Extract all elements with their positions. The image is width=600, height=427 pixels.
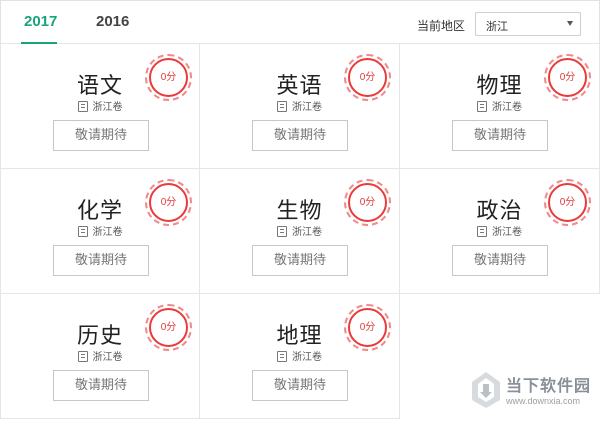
chevron-down-icon [567,21,573,26]
subject-card: 地理 浙江卷 敬请期待 0分 [200,294,400,419]
score-value: 0分 [348,58,387,97]
score-value: 0分 [149,58,188,97]
paper-name: 浙江卷 [292,352,322,363]
paper-name: 浙江卷 [292,227,322,238]
paper-name: 浙江卷 [292,102,322,113]
score-stamp: 0分 [544,179,591,226]
region-select[interactable]: 浙江 [475,12,581,36]
score-value: 0分 [348,308,387,347]
score-value: 0分 [149,183,188,222]
paper-name: 浙江卷 [492,227,522,238]
coming-soon-button[interactable]: 敬请期待 [252,370,348,401]
score-stamp: 0分 [344,304,391,351]
paper-icon [77,226,88,237]
subject-card: 历史 浙江卷 敬请期待 0分 [0,294,200,419]
score-stamp: 0分 [344,179,391,226]
score-value: 0分 [348,183,387,222]
coming-soon-button[interactable]: 敬请期待 [53,245,149,276]
score-stamp: 0分 [145,304,192,351]
paper-name: 浙江卷 [92,227,123,238]
tab-2016[interactable]: 2016 [96,13,129,30]
region-label: 当前地区 [417,19,466,33]
subject-card: 英语 浙江卷 敬请期待 0分 [200,44,400,169]
watermark-logo-icon [472,372,500,408]
coming-soon-button[interactable]: 敬请期待 [252,120,348,151]
region-selected-value: 浙江 [486,21,508,33]
subject-card: 政治 浙江卷 敬请期待 0分 [400,169,600,294]
subject-card: 物理 浙江卷 敬请期待 0分 [400,44,600,169]
paper-name: 浙江卷 [492,102,522,113]
paper-icon [277,226,287,237]
paper-icon [277,351,287,362]
watermark: 当下软件园 www.downxia.com [470,368,600,427]
watermark-name: 当下软件园 [506,376,592,395]
score-stamp: 0分 [544,54,591,101]
coming-soon-button[interactable]: 敬请期待 [53,120,149,151]
paper-icon [477,226,487,237]
score-value: 0分 [548,183,587,222]
score-value: 0分 [548,58,587,97]
paper-icon [77,351,88,362]
paper-icon [77,101,88,112]
paper-name: 浙江卷 [92,352,123,363]
score-stamp: 0分 [145,54,192,101]
top-bar: 2017 2016 当前地区 浙江 [0,0,600,44]
subject-card: 化学 浙江卷 敬请期待 0分 [0,169,200,294]
score-value: 0分 [149,308,188,347]
coming-soon-button[interactable]: 敬请期待 [53,370,149,401]
paper-icon [277,101,287,112]
paper-icon [477,101,487,112]
subject-card: 生物 浙江卷 敬请期待 0分 [200,169,400,294]
coming-soon-button[interactable]: 敬请期待 [452,245,548,276]
score-stamp: 0分 [145,179,192,226]
coming-soon-button[interactable]: 敬请期待 [252,245,348,276]
subject-card: 语文 浙江卷 敬请期待 0分 [0,44,200,169]
watermark-url: www.downxia.com [506,396,581,406]
tab-2017[interactable]: 2017 [24,13,57,30]
coming-soon-button[interactable]: 敬请期待 [452,120,548,151]
score-stamp: 0分 [344,54,391,101]
paper-name: 浙江卷 [92,102,123,113]
